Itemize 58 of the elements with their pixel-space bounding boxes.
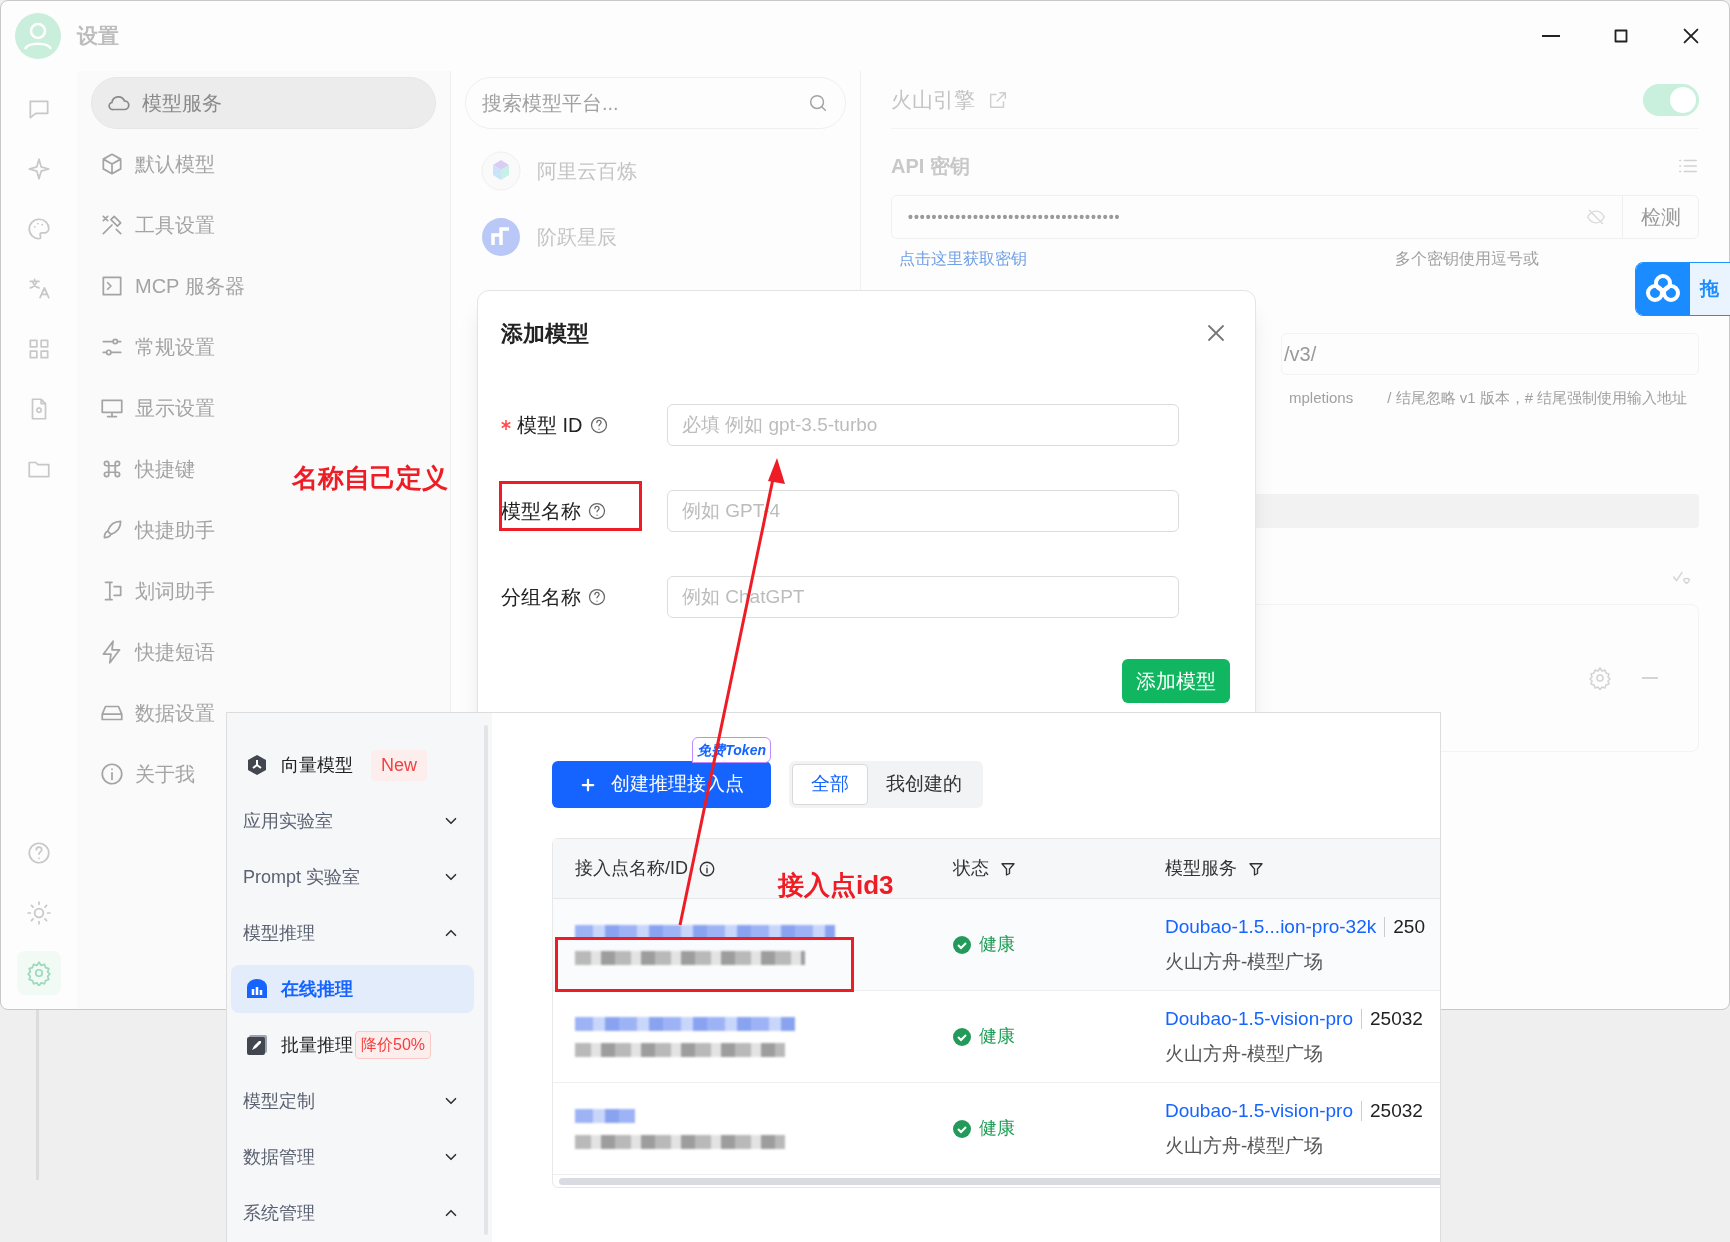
- settings-nav-item[interactable]: 快捷助手: [91, 504, 223, 556]
- sidebar-item[interactable]: 批量推理 降价50%: [231, 1021, 474, 1069]
- field-label: 分组名称: [501, 585, 581, 610]
- dialog-title: 添加模型: [501, 319, 589, 348]
- model-source: 火山方舟-模型广场: [1165, 1041, 1325, 1066]
- model-source: 火山方舟-模型广场: [1165, 949, 1325, 974]
- provider-title: 火山引擎: [891, 86, 975, 113]
- model-link[interactable]: Doubao-1.5...ion-pro-32k: [1165, 913, 1377, 942]
- status-text: 健康: [979, 1117, 1015, 1140]
- window-title: 设置: [77, 23, 119, 50]
- provider-item[interactable]: 阿里云百炼: [465, 147, 846, 195]
- annotation-text: 接入点id3: [778, 869, 894, 902]
- settings-nav-item[interactable]: 显示设置: [91, 382, 223, 434]
- sidebar-group[interactable]: 模型定制: [231, 1073, 474, 1129]
- api-host-field[interactable]: /v3/: [1282, 339, 1317, 369]
- column-header: 状态: [953, 857, 989, 880]
- filter-tab[interactable]: 全部: [792, 764, 868, 805]
- field-label: 模型 ID: [517, 413, 583, 438]
- status-text: 健康: [979, 933, 1015, 956]
- input-field[interactable]: 必填 例如 gpt-3.5-turbo: [667, 404, 1179, 446]
- settings-nav-item[interactable]: 默认模型: [91, 138, 223, 190]
- settings-nav-item[interactable]: 模型服务: [91, 77, 436, 129]
- model-version: 25032: [1370, 1007, 1423, 1031]
- provider-item[interactable]: 阶跃星辰: [465, 213, 846, 261]
- settings-nav-item[interactable]: 数据设置: [91, 687, 223, 739]
- sidebar-group[interactable]: 模型推理: [231, 905, 474, 961]
- column-header: 模型服务: [1165, 857, 1237, 880]
- sidebar-badge: 降价50%: [355, 1031, 432, 1059]
- column-header: 接入点名称/ID: [575, 857, 688, 880]
- settings-nav-item[interactable]: 关于我: [91, 748, 203, 800]
- settings-nav-item[interactable]: 常规设置: [91, 321, 223, 373]
- api-host-note: / 结尾忽略 v1 版本，# 结尾强制使用输入地址: [1387, 388, 1688, 408]
- field-label: 模型名称: [501, 499, 581, 524]
- settings-nav-item[interactable]: MCP 服务器: [91, 260, 253, 312]
- sidebar-group[interactable]: 应用实验室: [231, 793, 474, 849]
- status-text: 健康: [979, 1025, 1015, 1048]
- key-hint: 多个密钥使用逗号或: [1395, 249, 1539, 269]
- model-version: 25032: [1370, 1099, 1423, 1123]
- sidebar-group[interactable]: 数据管理: [231, 1129, 474, 1185]
- settings-nav-item[interactable]: 工具设置: [91, 199, 223, 251]
- filter-tab[interactable]: 我创建的: [868, 764, 980, 805]
- sidebar-badge: New: [371, 749, 427, 781]
- annotation-text: 名称自己定义: [292, 462, 448, 495]
- model-source: 火山方舟-模型广场: [1165, 1133, 1325, 1158]
- sidebar-group[interactable]: Prompt 实验室: [231, 849, 474, 905]
- settings-nav-item[interactable]: 划词助手: [91, 565, 223, 617]
- model-version: 250: [1393, 915, 1425, 939]
- model-link[interactable]: Doubao-1.5-vision-pro: [1165, 1097, 1353, 1126]
- add-model-button[interactable]: 添加模型: [1122, 659, 1230, 703]
- settings-nav-item[interactable]: 快捷键: [91, 443, 203, 495]
- model-link[interactable]: Doubao-1.5-vision-pro: [1165, 1005, 1353, 1034]
- api-host-hint: mpletions: [1289, 388, 1354, 408]
- floating-widget[interactable]: 拖: [1635, 262, 1730, 316]
- sidebar-item[interactable]: 在线推理: [231, 965, 474, 1013]
- settings-nav-item[interactable]: 快捷短语: [91, 626, 223, 678]
- get-key-link[interactable]: 点击这里获取密钥: [899, 247, 1027, 271]
- sidebar-item[interactable]: 向量模型 New: [231, 741, 474, 789]
- sidebar-group[interactable]: 系统管理: [231, 1185, 474, 1241]
